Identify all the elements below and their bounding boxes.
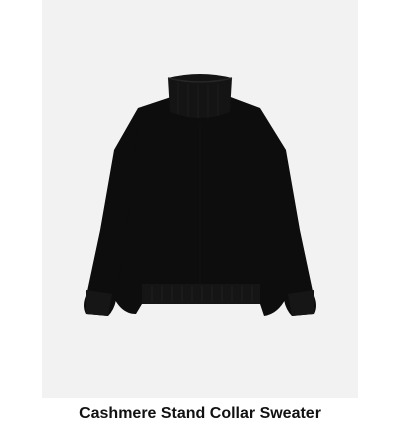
product-image[interactable] — [42, 0, 358, 398]
sweater-left-cuff — [86, 290, 112, 316]
product-title[interactable]: Cashmere Stand Collar Sweater — [0, 403, 400, 425]
product-card[interactable]: Cashmere Stand Collar Sweater — [0, 0, 400, 429]
sweater-right-cuff — [288, 290, 314, 316]
sweater-image — [84, 74, 316, 316]
